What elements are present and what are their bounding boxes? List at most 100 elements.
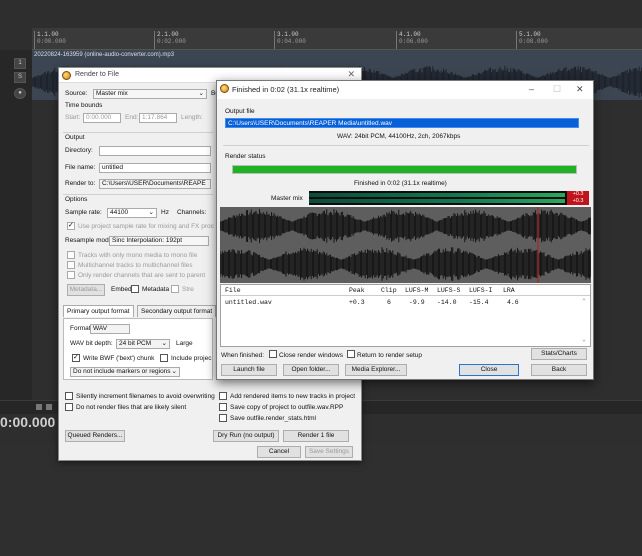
ruler-time: 0:00.000	[37, 38, 66, 45]
render-progress-bar	[232, 165, 577, 174]
render-button[interactable]: Render 1 file	[283, 430, 349, 442]
stats-cell: -15.4	[469, 299, 489, 306]
close-render-windows-label: Close render windows	[279, 352, 343, 359]
stats-header: Peak	[349, 287, 365, 294]
length-label: Length:	[181, 114, 203, 121]
format-info: WAV: 24bit PCM, 44100Hz, 2ch, 2067kbps	[337, 133, 461, 140]
queued-renders-button[interactable]: Queued Renders...	[65, 430, 125, 442]
directory-field[interactable]	[99, 146, 211, 156]
do-not-render-silent-checkbox[interactable]	[65, 403, 73, 411]
format-select[interactable]: WAV	[90, 324, 130, 334]
record-arm-icon[interactable]: ●	[14, 88, 26, 99]
ruler-bar: 5.1.00	[519, 31, 541, 38]
stats-cell: +0.3	[349, 299, 365, 306]
ruler-mark: 2.1.00 0:02.000	[154, 31, 186, 49]
embed-stretch-checkbox[interactable]	[171, 285, 179, 293]
ruler-time: 0:06.000	[399, 38, 428, 45]
maximize-icon[interactable]: ☐	[553, 84, 561, 95]
play-icon[interactable]	[46, 404, 52, 410]
render-dialog-title: Render to File	[75, 71, 119, 78]
back-button[interactable]: Back	[531, 364, 587, 376]
stats-cell: untitled.wav	[225, 299, 272, 306]
finished-titlebar[interactable]: Finished in 0:02 (31.1x realtime) – ☐ ✕	[217, 81, 593, 99]
large-label: Large	[176, 340, 193, 347]
time-bounds-label: Time bounds	[65, 102, 103, 109]
close-button[interactable]: Close	[459, 364, 519, 376]
close-render-windows-checkbox[interactable]	[269, 350, 277, 358]
waveform-channel	[220, 247, 591, 281]
write-bwf-checkbox[interactable]	[72, 353, 80, 362]
resample-select[interactable]: Sinc Interpolation: 192pt	[109, 236, 209, 246]
embed-stretch-label: Stre	[182, 286, 194, 293]
save-stats-label: Save outfile.render_stats.html	[230, 415, 316, 422]
start-field[interactable]: 0:00.000	[83, 113, 121, 123]
tab-secondary-format[interactable]: Secondary output format	[137, 305, 217, 317]
filename-field[interactable]: untitled	[99, 163, 211, 173]
embed-metadata-checkbox[interactable]	[131, 285, 139, 293]
track-control-panel: 1 S ●	[0, 50, 32, 410]
include-project-checkbox[interactable]	[160, 354, 168, 362]
tracks-mono-checkbox[interactable]	[67, 251, 75, 259]
channels-label: Channels:	[177, 209, 207, 216]
divider	[63, 194, 213, 195]
stop-icon[interactable]	[36, 404, 42, 410]
open-folder-button[interactable]: Open folder...	[283, 364, 339, 376]
waveform-channel	[220, 209, 591, 243]
stats-header: LUFS-I	[469, 287, 493, 294]
end-label: End:	[125, 114, 139, 121]
add-rendered-checkbox[interactable]	[219, 392, 227, 400]
close-icon[interactable]: ✕	[576, 84, 584, 95]
source-select[interactable]: Master mix ⌄	[93, 89, 207, 99]
chevron-down-icon: ⌄	[198, 90, 204, 97]
launch-file-button[interactable]: Launch file	[221, 364, 277, 376]
stats-charts-button[interactable]: Stats/Charts	[531, 348, 587, 360]
save-stats-checkbox[interactable]	[219, 414, 227, 422]
track-number[interactable]: 1	[14, 58, 26, 69]
stats-cell: 4.6	[507, 299, 519, 306]
output-file-label: Output file	[225, 108, 255, 115]
save-settings-button[interactable]: Save Settings	[305, 446, 353, 458]
output-path-field[interactable]: C:\Users\USER\Documents\REAPER Media\unt…	[225, 118, 579, 128]
save-copy-checkbox[interactable]	[219, 403, 227, 411]
end-field[interactable]: 1:17.864	[139, 113, 177, 123]
chevron-down-icon: ⌄	[171, 368, 177, 375]
timeline-ruler[interactable]: 1.1.00 0:00.000 2.1.00 0:02.000 3.1.00 0:04…	[32, 28, 642, 50]
tracks-mono-label: Tracks with only mono media to mono file	[78, 252, 198, 259]
options-label: Options	[65, 196, 88, 203]
metadata-button[interactable]: Metadata...	[67, 284, 105, 296]
multichannel-checkbox[interactable]	[67, 261, 75, 269]
render-to-field[interactable]: C:\Users\USER\Documents\REAPE	[99, 179, 211, 189]
use-project-rate-checkbox[interactable]	[67, 221, 75, 230]
reaper-app-icon	[62, 71, 71, 80]
do-not-render-silent-label: Do not render files that are likely sile…	[76, 404, 187, 411]
track-solo-button[interactable]: S	[14, 72, 26, 83]
scroll-down-icon[interactable]: ⌄	[582, 335, 586, 343]
return-render-setup-checkbox[interactable]	[347, 350, 355, 358]
only-render-label: Only render channels that are sent to pa…	[78, 272, 206, 279]
markers-select[interactable]: Do not include markers or regions ⌄	[70, 367, 180, 377]
only-render-checkbox[interactable]	[67, 271, 75, 279]
silently-increment-checkbox[interactable]	[65, 392, 73, 400]
minimize-icon[interactable]: –	[529, 84, 534, 94]
finished-title: Finished in 0:02 (31.1x realtime)	[232, 85, 340, 94]
table-row[interactable]: untitled.wav +0.3 6 -9.9 -14.0 -15.4 4.6	[221, 298, 583, 308]
add-rendered-label: Add rendered items to new tracks in proj…	[230, 393, 356, 400]
close-icon[interactable]: ✕	[347, 69, 355, 80]
tab-primary-format[interactable]: Primary output format	[63, 305, 134, 317]
ruler-bar: 3.1.00	[277, 31, 299, 38]
reaper-app-icon	[220, 84, 229, 93]
render-finished-dialog: Finished in 0:02 (31.1x realtime) – ☐ ✕ …	[216, 80, 594, 380]
clip-indicator[interactable]: +0.3 +0.3	[567, 191, 589, 205]
stats-header: Clip	[381, 287, 397, 294]
time-display: 0:00.000	[0, 414, 56, 430]
wav-depth-select[interactable]: 24 bit PCM ⌄	[116, 339, 170, 349]
media-item-label: 20220824-163959 (online-audio-converter.…	[34, 52, 175, 58]
dry-run-button[interactable]: Dry Run (no output)	[213, 430, 279, 442]
start-label: Start:	[65, 114, 81, 121]
scroll-up-icon[interactable]: ⌃	[582, 297, 586, 305]
sample-rate-select[interactable]: 44100 ⌄	[107, 208, 157, 218]
meter-bar-right	[309, 199, 565, 203]
media-explorer-button[interactable]: Media Explorer...	[345, 364, 407, 376]
source-value: Master mix	[96, 90, 128, 97]
cancel-button[interactable]: Cancel	[257, 446, 301, 458]
